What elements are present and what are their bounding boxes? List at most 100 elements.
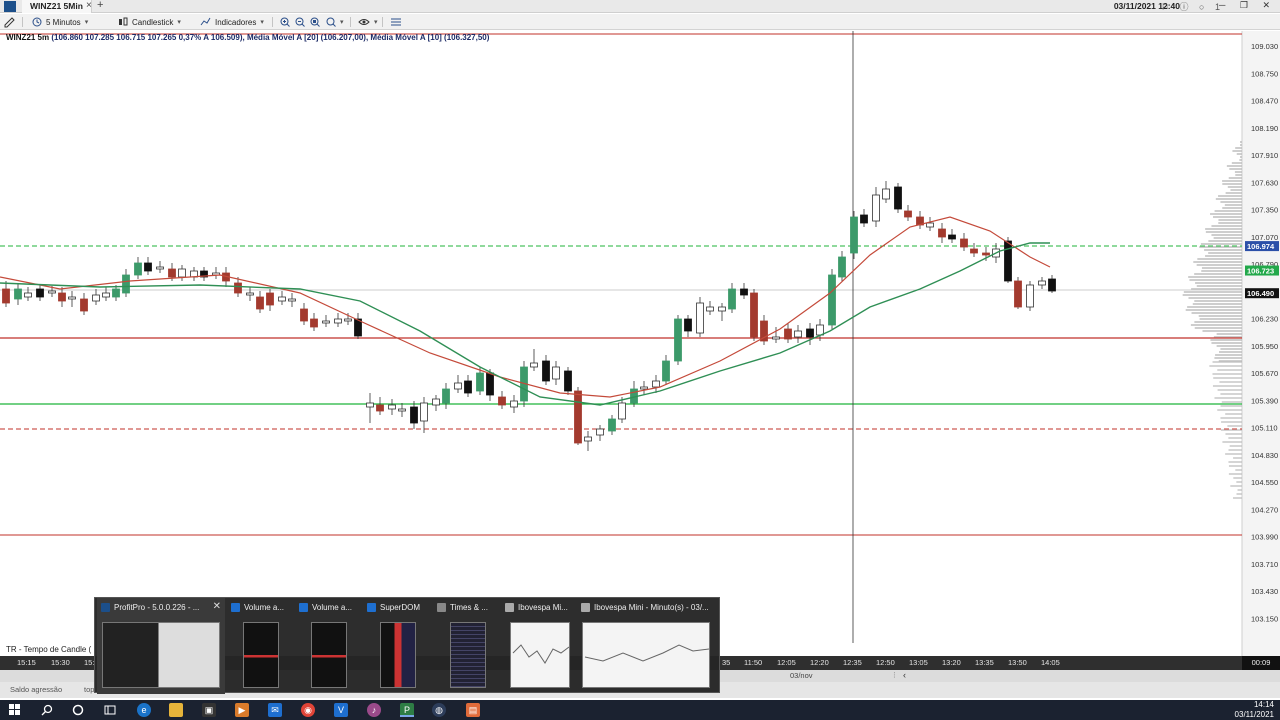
time-axis-label: 13:20 [942, 658, 961, 667]
volume-profile-bar [1225, 413, 1242, 415]
draw-tool-button[interactable] [4, 16, 15, 28]
candle-body [310, 318, 318, 328]
close-icon[interactable]: ✕ [213, 601, 221, 612]
mail-icon[interactable]: ✉ [268, 703, 282, 717]
window-control-buttons[interactable]: ─ ❐ ✕ [1219, 0, 1276, 11]
volume-profile-bar [1211, 342, 1242, 344]
candle-body [278, 296, 286, 302]
volume-profile-bar [1217, 409, 1242, 411]
price-axis-label: 108.750 [1251, 69, 1278, 78]
volume-profile-bar [1202, 330, 1242, 332]
candle-body [618, 402, 626, 420]
candle-body [14, 288, 22, 300]
volume-profile-bar [1240, 156, 1242, 158]
system-clock[interactable]: 14:14 03/11/2021 [1235, 700, 1274, 720]
vscode-icon[interactable]: V [334, 703, 348, 717]
scroll-left-icon[interactable]: ‹ [903, 670, 906, 680]
price-axis-label: 104.270 [1251, 505, 1278, 514]
window-thumbnail [510, 622, 570, 688]
titlebar-tool-icons[interactable]: ⚐ ⓘ ○ 1 [1161, 0, 1224, 13]
volume-profile-bar [1217, 369, 1242, 371]
candle-body [288, 298, 296, 302]
task-preview-item[interactable]: ProfitPro - 5.0.0.226 - ... ✕ [97, 598, 225, 694]
chrome-icon[interactable]: ◉ [301, 703, 315, 717]
candle-body [102, 292, 110, 298]
spreadsheet-app-icon[interactable]: ▤ [466, 703, 480, 717]
candle-body [828, 274, 836, 326]
task-preview-item[interactable]: Ibovespa Mini - Minuto(s) - 03/... [577, 598, 719, 694]
chart-tab[interactable]: WINZ21 5Min [22, 0, 92, 13]
candle-body [684, 318, 692, 332]
candle-body [366, 402, 374, 408]
volume-profile-bar [1227, 425, 1242, 427]
volume-profile-bar [1221, 421, 1242, 423]
clock-icon [32, 17, 42, 27]
chart-info-line: WINZ21 5m (106.860 107.285 106.715 107.2… [6, 33, 489, 42]
candle-body [376, 404, 384, 412]
volume-profile-bar [1183, 291, 1242, 293]
app-icon-orange[interactable]: ▶ [235, 703, 249, 717]
chart-canvas[interactable]: 109.030 108.750 108.470 108.190 107.910 107.6… [0, 31, 1280, 656]
task-preview-item[interactable]: Ibovespa Mi... [501, 598, 579, 694]
volume-profile-bar [1189, 279, 1242, 281]
music-app-icon[interactable]: ♪ [367, 703, 381, 717]
candle-body [58, 292, 66, 302]
time-axis-label: 14:05 [1041, 658, 1060, 667]
task-preview-item[interactable]: Times & ... [433, 598, 503, 694]
zoom-fit-button[interactable] [310, 16, 320, 28]
edge-icon[interactable]: e [137, 703, 151, 717]
ma10-legend: Média Móvel A [10] (106.327,50) [370, 33, 490, 42]
view-options-button[interactable]: ▾ [358, 16, 378, 28]
zoom-menu-button[interactable]: ▾ [326, 16, 344, 28]
candle-body [750, 292, 758, 338]
app-window-icon [367, 603, 376, 612]
volume-profile-bar [1220, 201, 1242, 203]
new-tab-icon[interactable]: + [97, 0, 103, 11]
candle-body [410, 406, 418, 424]
chart-type-select[interactable]: Candlestick ▾ [118, 16, 181, 28]
zoom-in-button[interactable] [280, 16, 290, 28]
time-axis-label: 12:50 [876, 658, 895, 667]
candle-body [860, 214, 868, 224]
title-bar: WINZ21 5Min × + 03/11/2021 12:40 ⚐ ⓘ ○ 1… [0, 0, 1280, 13]
volume-profile-bar [1219, 351, 1242, 353]
task-preview-item[interactable]: SuperDOM [363, 598, 433, 694]
time-axis-label: 11:50 [744, 658, 763, 667]
profit-app-icon[interactable]: P [400, 703, 414, 717]
chevron-down-icon: ▾ [374, 19, 378, 26]
volume-profile-bar [1220, 348, 1242, 350]
volume-profile-bar [1213, 377, 1242, 379]
volume-profile-bar [1222, 183, 1242, 185]
zoom-out-button[interactable] [295, 16, 305, 28]
price-chart[interactable]: 109.030 108.750 108.470 108.190 107.910 107.6… [0, 31, 1280, 656]
time-axis-label: 13:50 [1008, 658, 1027, 667]
browser-app-icon[interactable]: ◍ [432, 703, 446, 717]
cortana-icon[interactable] [71, 703, 85, 717]
task-preview-item[interactable]: Volume a... [295, 598, 363, 694]
layout-menu-button[interactable] [390, 16, 402, 28]
volume-profile-bar [1197, 258, 1242, 260]
candle-body [772, 336, 780, 340]
task-view-icon[interactable] [103, 703, 117, 717]
file-explorer-icon[interactable] [169, 703, 183, 717]
volume-profile-bar [1196, 285, 1242, 287]
volume-profile-bar [1214, 397, 1242, 399]
search-icon[interactable] [40, 703, 54, 717]
ohlc-values: (106.860 107.285 106.715 107.265 0,37% A… [51, 33, 245, 42]
windows-start-icon[interactable] [8, 703, 22, 717]
candle-body [420, 402, 428, 422]
candle-body [442, 388, 450, 404]
scroll-handle-icon[interactable]: ⁝ [893, 670, 896, 681]
tab-close-icon[interactable]: × [86, 0, 92, 11]
indicators-select[interactable]: Indicadores ▾ [200, 16, 264, 28]
candlestick-icon [119, 17, 128, 26]
task-preview-title: Volume a... [299, 603, 352, 612]
candle-body [246, 292, 254, 296]
volume-profile-bar [1212, 361, 1242, 363]
volume-profile-bar [1201, 267, 1242, 269]
store-icon[interactable]: ▣ [202, 703, 216, 717]
candle-body [144, 262, 152, 272]
task-preview-item[interactable]: Volume a... [227, 598, 295, 694]
interval-select[interactable]: 5 Minutos ▾ [32, 16, 88, 28]
app-window-icon [101, 603, 110, 612]
